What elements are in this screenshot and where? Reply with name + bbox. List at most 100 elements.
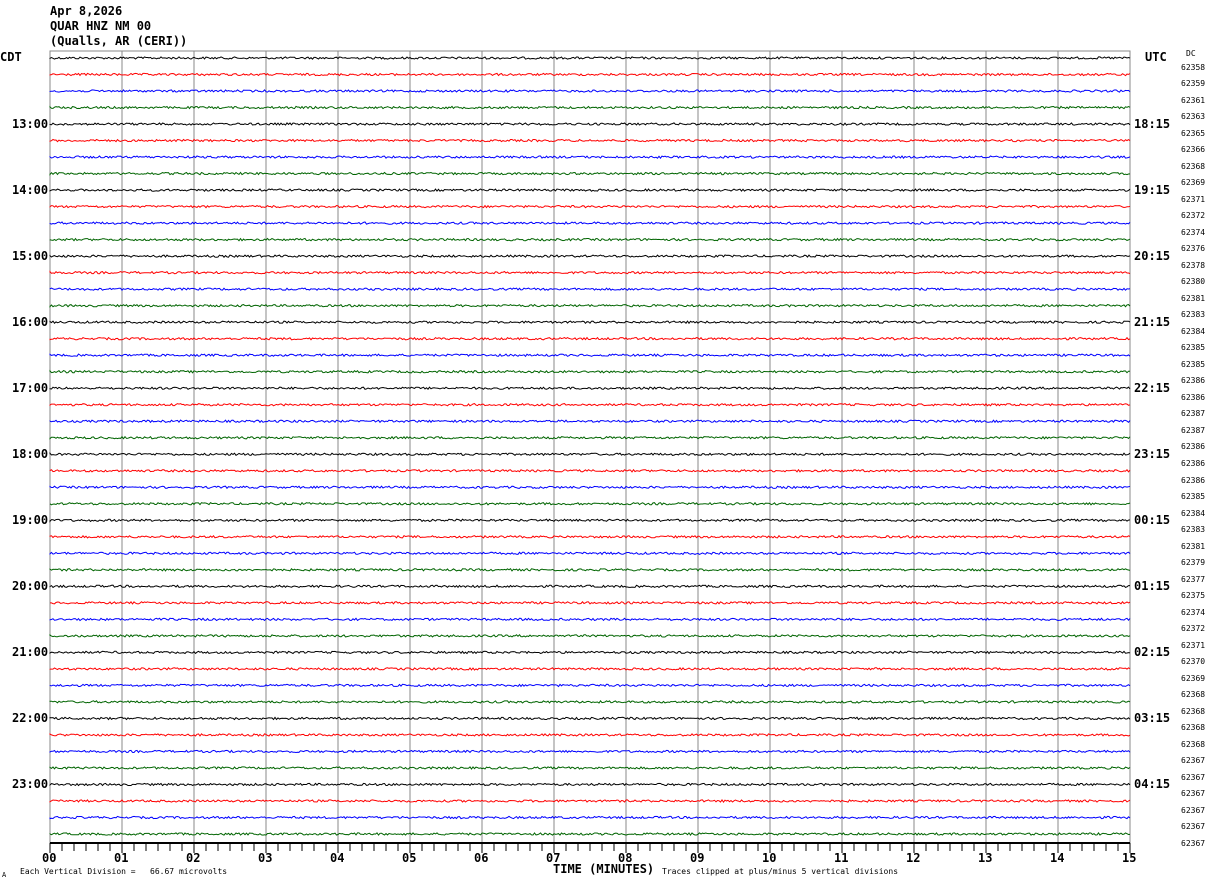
dc-offset: 62377 (1181, 574, 1206, 584)
trace-line (49, 451, 1131, 457)
dc-offset: 62384 (1181, 508, 1206, 518)
trace-line (49, 72, 1131, 77)
dc-offset: 62368 (1181, 161, 1206, 171)
trace-line (49, 716, 1131, 721)
x-tick-label: 00 (42, 851, 57, 865)
trace-line (49, 501, 1131, 506)
trace-line (49, 815, 1131, 820)
trace-line (49, 270, 1131, 275)
dc-offset: 62363 (1181, 112, 1206, 122)
trace-line (49, 369, 1130, 374)
dc-offset: 62367 (1181, 756, 1206, 766)
dc-offset: 62383 (1181, 310, 1206, 320)
dc-offset: 62367 (1181, 789, 1206, 799)
dc-offset: 62370 (1181, 657, 1206, 667)
trace-line (49, 567, 1131, 572)
trace-line (49, 419, 1131, 424)
cdt-time-label: 15:00 (12, 249, 49, 264)
x-axis-label: TIME (MINUTES) (553, 862, 655, 876)
utc-time-label: 21:15 (1134, 315, 1171, 330)
utc-time-label: 18:15 (1134, 117, 1171, 132)
trace-line (49, 320, 1131, 325)
x-tick-label: 11 (834, 851, 849, 865)
dc-offset: 62376 (1181, 244, 1206, 254)
dc-offset: 62361 (1181, 95, 1206, 105)
utc-time-label: 02:15 (1134, 645, 1171, 660)
x-tick-label: 15 (1122, 851, 1137, 865)
trace-line (49, 683, 1131, 688)
trace-line (49, 733, 1131, 737)
dc-offset: 62386 (1181, 442, 1206, 452)
dc-offset: 62359 (1181, 79, 1206, 89)
trace-line (49, 766, 1131, 770)
utc-time-label: 03:15 (1134, 711, 1171, 726)
utc-time-label: 19:15 (1134, 183, 1171, 198)
dc-offset: 62369 (1181, 178, 1206, 188)
trace-line (49, 617, 1131, 622)
dc-offset: 62381 (1181, 541, 1206, 551)
cdt-time-label: 18:00 (12, 447, 49, 462)
dc-offset: 62366 (1181, 145, 1206, 155)
trace-line (49, 386, 1131, 391)
trace-line (50, 600, 1131, 605)
trace-line (49, 667, 1131, 671)
dc-offset: 62386 (1181, 376, 1206, 386)
trace-line (49, 171, 1131, 176)
dc-offset: 62384 (1181, 326, 1206, 336)
dc-offset: 62365 (1181, 128, 1206, 138)
cdt-time-label: 21:00 (12, 645, 49, 660)
trace-line (49, 518, 1131, 523)
dc-offset: 62387 (1181, 425, 1206, 435)
cdt-time-label: 22:00 (12, 711, 49, 726)
dc-offset: 62369 (1181, 673, 1206, 683)
clip-note: Traces clipped at plus/minus 5 vertical … (662, 867, 899, 876)
dc-offset: 62367 (1181, 822, 1206, 832)
dc-offset: 62381 (1181, 293, 1206, 303)
trace-line (49, 650, 1131, 655)
trace-line (49, 353, 1131, 358)
dc-offset: 62374 (1181, 227, 1206, 237)
dc-offset: 62385 (1181, 492, 1206, 502)
cdt-time-label: 20:00 (12, 579, 49, 594)
dc-offset: 62385 (1181, 359, 1206, 369)
dc-offset: 62375 (1181, 591, 1206, 601)
dc-offset: 62380 (1181, 277, 1206, 287)
trace-line (49, 551, 1131, 556)
dc-offset: 62372 (1181, 624, 1206, 634)
trace-line (49, 303, 1131, 308)
dc-offset: 62367 (1181, 772, 1206, 782)
trace-line (49, 105, 1131, 110)
dc-offset: 62386 (1181, 475, 1206, 485)
trace-line (49, 699, 1131, 704)
trace-line (49, 155, 1131, 160)
x-tick-label: 01 (114, 851, 129, 865)
dc-offset: 62358 (1181, 62, 1206, 72)
dc-offset: 62368 (1181, 739, 1206, 749)
dc-offset: 62368 (1181, 723, 1206, 733)
x-tick-label: 13 (978, 851, 993, 865)
trace-line (49, 485, 1131, 490)
trace-line (49, 122, 1131, 126)
trace-line (49, 749, 1131, 754)
trace-line (49, 204, 1131, 209)
dc-offset: 62371 (1181, 640, 1206, 650)
dc-offset: 62372 (1181, 211, 1206, 221)
dc-offset: 62386 (1181, 459, 1206, 468)
trace-line (49, 832, 1131, 836)
cdt-time-label: 23:00 (12, 777, 49, 792)
x-tick-label: 03 (258, 851, 273, 865)
trace-line (49, 237, 1131, 242)
trace-line (49, 254, 1131, 258)
utc-time-label: 20:15 (1134, 249, 1171, 264)
cdt-time-label: 19:00 (12, 513, 49, 528)
x-tick-label: 02 (186, 851, 201, 865)
dc-offset: 62386 (1181, 392, 1206, 402)
x-tick-label: 12 (906, 851, 921, 865)
x-tick-label: 14 (1050, 851, 1065, 865)
trace-line (49, 435, 1131, 440)
dc-offset: 62385 (1181, 343, 1206, 353)
seismogram-plot (49, 50, 1131, 853)
dc-offset: 62378 (1181, 260, 1206, 270)
cdt-time-label: 17:00 (12, 381, 49, 396)
trace-line (49, 221, 1131, 225)
